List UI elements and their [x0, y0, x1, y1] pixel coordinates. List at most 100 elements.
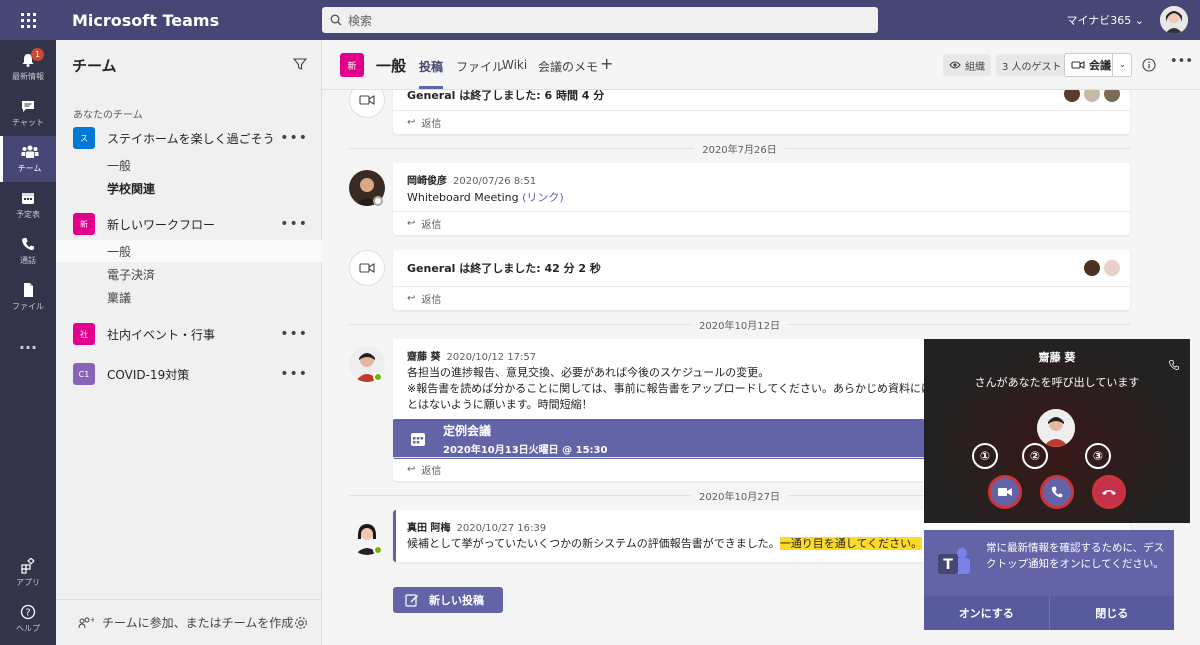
more-options-icon[interactable]: •••	[1170, 54, 1193, 69]
caller-avatar	[1037, 409, 1075, 447]
reply-button[interactable]: ↩ 返信	[393, 286, 1130, 310]
incoming-call-toast: 齋藤 葵 さんがあなたを呼び出しています ① ② ③	[924, 339, 1190, 523]
info-icon[interactable]	[1142, 58, 1156, 72]
rail-calendar[interactable]: 予定表	[0, 182, 56, 228]
team-name: ステイホームを楽しく過ごそう	[107, 131, 275, 146]
rail-chat[interactable]: チャット	[0, 90, 56, 136]
team-name: COVID-19対策	[107, 367, 190, 382]
more-options-icon[interactable]: •••	[280, 130, 308, 146]
gear-icon[interactable]	[294, 616, 308, 630]
join-create-label: チームに参加、またはチームを作成	[102, 616, 294, 630]
more-icon: ...	[18, 333, 38, 353]
rail-teams[interactable]: チーム	[0, 136, 56, 182]
eye-icon	[949, 61, 961, 69]
participants	[1084, 260, 1120, 276]
message-card: General は終了しました: 6 時間 4 分 ↩ 返信	[393, 90, 1130, 134]
team-row[interactable]: C1 COVID-19対策 •••	[56, 361, 322, 387]
calendar-icon	[411, 433, 425, 446]
team-row[interactable]: 新 新しいワークフロー •••	[56, 211, 322, 237]
svg-text:?: ?	[25, 608, 30, 619]
channel-item[interactable]: 学校関連	[56, 177, 322, 199]
search-placeholder: 検索	[348, 13, 373, 28]
tab-posts[interactable]: 投稿	[419, 58, 443, 75]
add-tab-button[interactable]: +	[600, 54, 613, 73]
team-name: 社内イベント・行事	[107, 327, 216, 342]
video-icon	[998, 488, 1012, 496]
team-row[interactable]: 社 社内イベント・行事 •••	[56, 321, 322, 347]
message-card: 岡崎俊彦 2020/07/26 8:51 Whiteboard Meeting (…	[393, 163, 1130, 235]
channel-header: 新 一般 投稿 ファイル Wiki 会議のメモ + 組織 3 人のゲスト 会議 …	[322, 40, 1200, 90]
phone-icon	[1169, 360, 1179, 371]
accept-audio-button[interactable]	[1040, 475, 1074, 509]
guests-button[interactable]: 3 人のゲスト	[996, 54, 1068, 76]
rail-files[interactable]: ファイル	[0, 274, 56, 320]
user-avatar[interactable]	[1160, 6, 1188, 34]
phone-icon	[22, 238, 34, 251]
phone-icon	[1051, 486, 1063, 498]
rail-apps[interactable]: アプリ	[0, 550, 56, 596]
callout-label: ③	[1085, 443, 1111, 469]
tab-meeting-notes[interactable]: 会議のメモ	[538, 58, 598, 75]
accept-video-button[interactable]	[988, 475, 1022, 509]
rail-activity[interactable]: 1 最新情報	[0, 44, 56, 90]
rail-calls[interactable]: 通話	[0, 228, 56, 274]
channel-item[interactable]: 電子決済	[56, 263, 322, 285]
turn-on-button[interactable]: オンにする	[924, 596, 1049, 630]
channel-item[interactable]: 一般	[56, 240, 322, 262]
notification-actions: オンにする 閉じる	[924, 596, 1174, 630]
hang-up-icon	[1102, 490, 1116, 495]
team-name: 新しいワークフロー	[107, 217, 216, 232]
join-create-team[interactable]: + チームに参加、またはチームを作成	[56, 599, 322, 645]
svg-text:T: T	[943, 557, 953, 573]
caller-name: 齋藤 葵	[1038, 351, 1076, 364]
more-options-icon[interactable]: •••	[280, 216, 308, 232]
reply-label: 返信	[421, 466, 442, 477]
team-tile: C1	[73, 363, 95, 385]
apps-icon	[21, 558, 35, 574]
reply-label: 返信	[421, 220, 442, 231]
org-switcher[interactable]: マイナビ365 ⌄	[1067, 12, 1145, 28]
channel-item[interactable]: 一般	[56, 154, 322, 176]
rail-label: チーム	[17, 164, 42, 173]
meet-button-label: 会議	[1089, 59, 1111, 72]
rail-more[interactable]: ...	[0, 320, 56, 366]
notification-prompt: T 常に最新情報を確認するために、デスクトップ通知をオンにしてください。 オンに…	[924, 530, 1174, 630]
author-name: 齋藤 葵	[407, 352, 441, 363]
channel-item[interactable]: 稟議	[56, 286, 322, 308]
calendar-icon	[22, 193, 34, 204]
app-launcher-icon[interactable]	[0, 0, 56, 40]
decline-call-button[interactable]	[1092, 475, 1126, 509]
timestamp: 2020/10/12 17:57	[446, 352, 537, 363]
more-options-icon[interactable]: •••	[280, 326, 308, 342]
team-tile: 新	[73, 213, 95, 235]
filter-icon[interactable]	[293, 57, 307, 71]
more-options-icon[interactable]: •••	[280, 366, 308, 382]
message-link[interactable]: (リンク)	[522, 191, 564, 204]
join-team-icon: +	[78, 616, 94, 628]
app-title: Microsoft Teams	[72, 10, 220, 30]
close-button[interactable]: 閉じる	[1048, 596, 1175, 630]
reply-button[interactable]: ↩ 返信	[393, 211, 1130, 235]
new-post-button[interactable]: 新しい投稿	[393, 587, 503, 613]
tab-files[interactable]: ファイル	[456, 58, 504, 75]
search-input[interactable]: 検索	[322, 7, 878, 33]
team-row[interactable]: ス ステイホームを楽しく過ごそう •••	[56, 125, 322, 151]
teams-panel-title: チーム	[72, 56, 117, 75]
teams-logo-icon: T	[938, 548, 970, 574]
chevron-down-icon[interactable]: ⌄	[1112, 53, 1132, 77]
rail-label: 通話	[20, 256, 36, 265]
author-name: 真田 阿梅	[407, 523, 451, 534]
rail-help[interactable]: ? ヘルプ	[0, 596, 56, 642]
team-tile: 社	[73, 323, 95, 345]
reply-button[interactable]: ↩ 返信	[393, 110, 1130, 134]
message-card: General は終了しました: 42 分 2 秒 ↩ 返信	[393, 250, 1130, 310]
org-button[interactable]: 組織	[943, 54, 991, 76]
section-label: あなたのチーム	[73, 110, 143, 121]
app-rail: 1 最新情報 チャット チーム 予定表 通話 ファイル ... アプリ ? ヘル…	[0, 40, 56, 645]
reply-label: 返信	[421, 119, 442, 130]
rail-label: ファイル	[12, 302, 44, 311]
message-text: General は終了しました: 6 時間 4 分	[407, 90, 605, 102]
tab-wiki[interactable]: Wiki	[502, 58, 527, 72]
call-subtitle: さんがあなたを呼び出しています	[974, 376, 1140, 389]
meeting-icon	[349, 90, 385, 118]
